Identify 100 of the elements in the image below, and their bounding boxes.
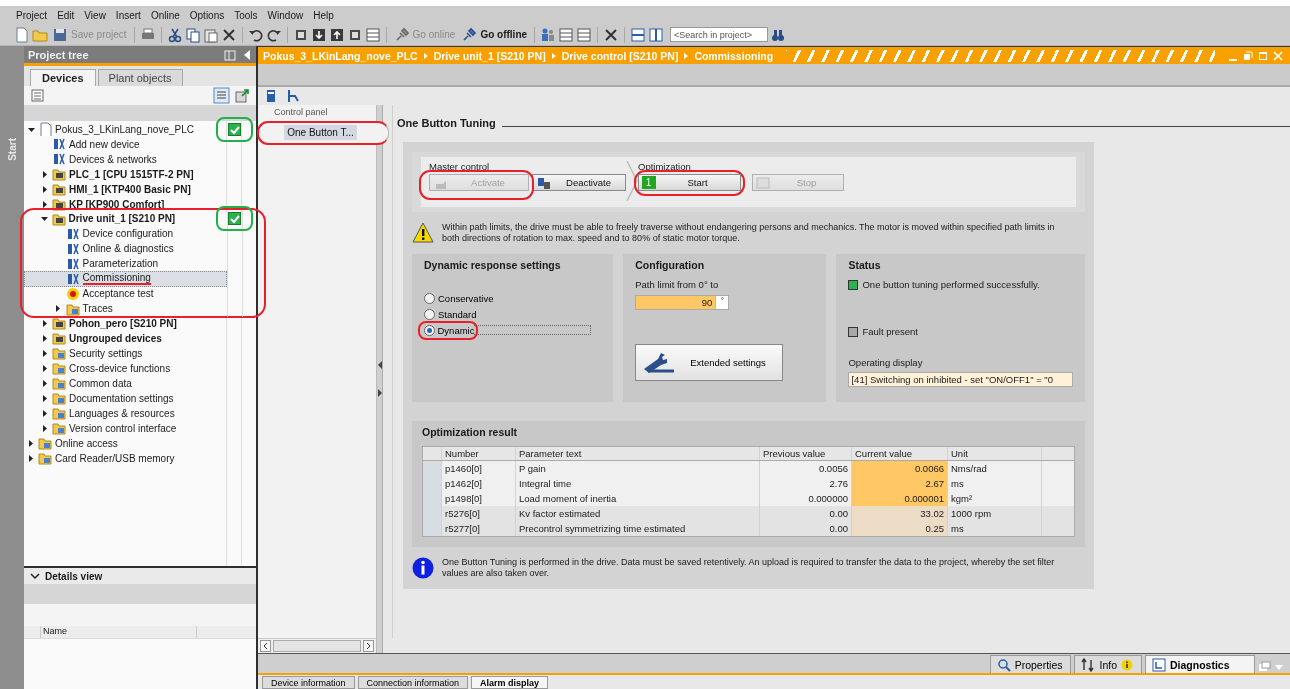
menu-item[interactable]: Online — [145, 9, 185, 21]
upload-icon[interactable] — [328, 26, 345, 43]
step-chevron-icon — [626, 161, 638, 201]
control-button[interactable]: 1 Start — [637, 174, 741, 191]
split-view-icon[interactable] — [224, 48, 236, 61]
column-header[interactable]: Current value — [851, 447, 947, 460]
tree-item[interactable]: Parameterization — [23, 255, 227, 272]
column-header[interactable]: Number — [441, 447, 515, 460]
panel-tab[interactable]: Plant objects — [97, 69, 183, 86]
tree-item[interactable]: Languages & resources — [24, 405, 226, 421]
tree-item[interactable]: Documentation settings — [24, 390, 226, 406]
close-tool-icon[interactable] — [603, 26, 620, 43]
collapsed-arrow-icon[interactable] — [40, 408, 50, 418]
column-header[interactable]: Previous value — [759, 447, 851, 460]
menu-item[interactable]: Tools — [229, 9, 263, 21]
scroll-left-icon[interactable] — [260, 640, 271, 652]
tree-item[interactable]: Device configuration — [23, 225, 227, 242]
tree-item[interactable]: Cross-device functions — [24, 360, 226, 376]
tree-item[interactable]: Drive unit_1 [S210 PN] — [23, 210, 227, 227]
download-icon[interactable] — [310, 26, 327, 43]
device-icon — [536, 175, 552, 190]
search-field[interactable]: <Search in project> — [670, 27, 769, 42]
table-cell: 0.0066 — [851, 461, 947, 476]
collapsed-arrow-icon[interactable] — [40, 363, 50, 373]
cut-icon[interactable] — [166, 26, 183, 43]
collapse-icon[interactable] — [242, 48, 252, 61]
drive-icon[interactable] — [264, 89, 278, 103]
bottom-tab[interactable]: Alarm display — [471, 676, 549, 689]
tree-item[interactable]: Add new device — [24, 136, 226, 152]
device-folder-icon — [52, 182, 66, 196]
tree-item[interactable]: KP [KP900 Comfort] — [24, 196, 226, 212]
split-horizontal-icon[interactable] — [630, 26, 647, 43]
inspector-tab[interactable]: Properties — [989, 655, 1072, 673]
tree-item[interactable]: Pohon_pero [S210 PN] — [24, 315, 226, 331]
toolbar-button[interactable]: Go offline — [459, 26, 530, 43]
bottom-tab[interactable]: Device information — [262, 676, 355, 689]
radio-option[interactable]: Standard — [424, 309, 477, 320]
tree-item[interactable]: Acceptance test — [23, 285, 227, 302]
collapsed-arrow-icon[interactable] — [40, 184, 50, 194]
extended-settings-button[interactable]: Extended settings — [635, 344, 784, 381]
collapsed-arrow-icon[interactable] — [26, 438, 36, 448]
plug-icon — [461, 26, 478, 43]
collapsed-arrow-icon[interactable] — [40, 169, 50, 179]
panel-tab[interactable]: Devices — [30, 69, 96, 86]
folder-icon — [52, 376, 66, 390]
menu-item[interactable]: Insert — [110, 9, 146, 21]
menu-item[interactable]: Help — [308, 9, 339, 21]
collapsed-arrow-icon[interactable] — [40, 348, 50, 358]
scrollbar[interactable] — [258, 638, 376, 653]
scroll-right-icon[interactable] — [363, 640, 374, 652]
inspector-tab[interactable]: Diagnostics — [1145, 655, 1255, 673]
control-button[interactable]: Deactivate — [532, 174, 626, 191]
tools-icon[interactable] — [286, 89, 300, 103]
tree-item[interactable]: Security settings — [24, 345, 226, 361]
collapsed-arrow-icon[interactable] — [40, 199, 50, 209]
tree-item[interactable]: Common data — [24, 375, 226, 391]
radio-option[interactable]: Dynamic — [423, 324, 475, 336]
accessible-devices-icon[interactable] — [540, 26, 557, 43]
expanded-arrow-icon[interactable] — [40, 214, 49, 223]
radio-option[interactable]: Conservative — [424, 293, 494, 304]
collapsed-arrow-icon[interactable] — [26, 453, 36, 463]
menu-item[interactable]: View — [79, 9, 111, 21]
device-folder-icon — [52, 316, 66, 330]
menu-item[interactable]: Options — [184, 9, 230, 21]
target-icon — [65, 286, 80, 301]
bottom-tab[interactable]: Connection information — [357, 676, 469, 689]
input-field[interactable]: 90 ° — [635, 295, 730, 310]
tree-item[interactable]: Commissioning — [23, 270, 227, 287]
tree-item[interactable]: Devices & networks — [24, 151, 226, 167]
menu-item[interactable]: Window — [262, 9, 309, 21]
export-icon[interactable] — [234, 87, 250, 104]
split-vertical-icon[interactable] — [648, 26, 665, 43]
collapsed-arrow-icon[interactable] — [40, 318, 50, 328]
copy-icon[interactable] — [184, 26, 201, 43]
collapsed-arrow-icon[interactable] — [40, 378, 50, 388]
tree-item[interactable]: Version control interface — [24, 420, 226, 436]
delete-icon[interactable] — [220, 26, 237, 43]
chevron-down-icon[interactable] — [30, 572, 40, 580]
menu-item[interactable]: Edit — [52, 9, 80, 21]
column-header[interactable]: Unit — [947, 447, 1041, 460]
tree-item[interactable]: HMI_1 [KTP400 Basic PN] — [24, 181, 226, 197]
tree-item[interactable]: Online & diagnostics — [23, 240, 227, 257]
tree-item[interactable]: PLC_1 [CPU 1515TF-2 PN] — [24, 166, 226, 182]
collapsed-arrow-icon[interactable] — [40, 423, 50, 433]
tree-item[interactable]: Card Reader/USB memory — [24, 450, 226, 466]
collapsed-arrow-icon[interactable] — [54, 304, 63, 313]
chevron-icon — [683, 51, 690, 60]
collapsed-arrow-icon[interactable] — [40, 333, 50, 343]
tree-item[interactable]: Online access — [24, 435, 226, 451]
tool-icon — [65, 256, 80, 271]
tree-item[interactable]: Traces — [23, 300, 227, 317]
nav-item[interactable]: One Button T... — [284, 124, 357, 140]
column-header[interactable]: Parameter text — [515, 447, 759, 460]
paste-icon[interactable] — [202, 26, 219, 43]
inspector-tab[interactable]: Info — [1074, 655, 1142, 673]
collapsed-arrow-icon[interactable] — [40, 393, 50, 403]
menu-item[interactable]: Project — [11, 9, 53, 21]
tree-item[interactable]: Pokus_3_LKinLang_nove_PLC — [24, 121, 226, 137]
tree-item[interactable]: Ungrouped devices — [24, 330, 226, 346]
new-project-icon[interactable] — [14, 26, 30, 43]
